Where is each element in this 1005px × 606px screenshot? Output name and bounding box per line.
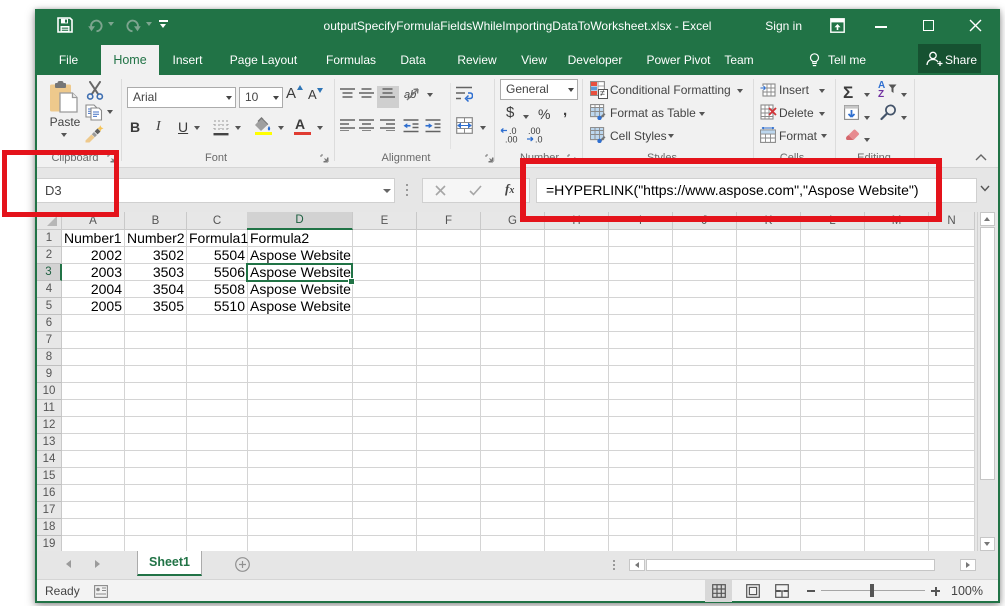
svg-text:.00: .00 <box>505 135 518 144</box>
svg-text:ab: ab <box>404 89 416 101</box>
svg-text:.0: .0 <box>535 135 543 144</box>
